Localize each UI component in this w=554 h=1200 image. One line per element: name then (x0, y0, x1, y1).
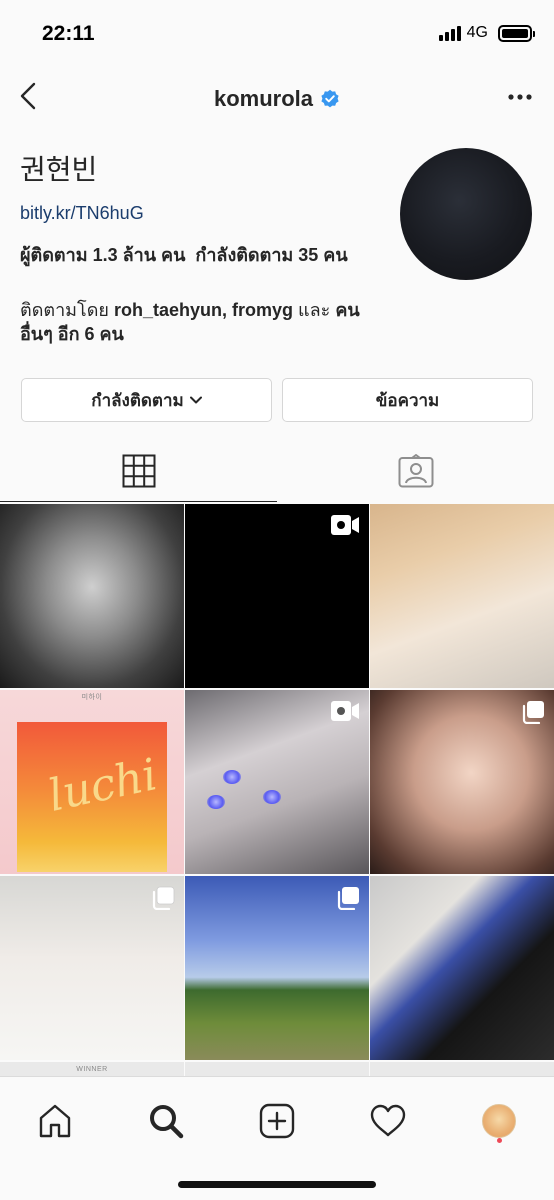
nav-search[interactable] (142, 1097, 190, 1145)
post-thumbnail[interactable]: WINNER (0, 1062, 184, 1076)
nav-new-post[interactable] (253, 1097, 301, 1145)
profile-stats: ผู้ติดตาม 1.3 ล้าน คน กำลังติดตาม 35 คน (20, 244, 370, 267)
post-thumbnail[interactable] (370, 504, 554, 688)
search-icon (150, 1105, 184, 1139)
signal-icon (438, 25, 461, 41)
following-count[interactable]: กำลังติดตาม 35 คน (195, 245, 347, 265)
video-icon (331, 701, 359, 721)
battery-icon (498, 24, 535, 42)
followers-count[interactable]: ผู้ติดตาม 1.3 ล้าน คน (20, 245, 185, 265)
profile-avatar[interactable] (400, 148, 532, 280)
carousel-icon (152, 886, 175, 910)
post-thumbnail[interactable]: 미하이 luchi (0, 690, 184, 874)
message-button-label: ข้อความ (375, 390, 440, 410)
post-thumbnail[interactable] (185, 876, 369, 1060)
verified-badge-icon (321, 89, 339, 108)
post-thumbnail[interactable] (370, 690, 554, 874)
nav-home[interactable] (31, 1097, 79, 1145)
status-time: 22:11 (42, 22, 95, 45)
carousel-icon (337, 887, 359, 910)
grid-icon (122, 454, 155, 488)
post-thumbnail[interactable] (0, 504, 184, 688)
profile-info: 권현빈 bitly.kr/TN6huG ผู้ติดตาม 1.3 ล้าน ค… (0, 140, 554, 370)
username-title: komurola (0, 86, 554, 112)
profile-actions: กำลังติดตาม ข้อความ (21, 378, 533, 422)
home-icon (40, 1104, 71, 1138)
post-thumbnail[interactable] (370, 1062, 554, 1076)
post-thumbnail[interactable] (370, 876, 554, 1060)
home-indicator (178, 1181, 376, 1188)
followed-by-text[interactable]: ติดตามโดย roh_taehyun, fromyg และ คนอื่น… (20, 298, 390, 346)
post-thumbnail[interactable] (185, 504, 369, 688)
profile-icon (481, 1104, 516, 1138)
post-thumbnail[interactable] (185, 1062, 369, 1076)
bio-link[interactable]: bitly.kr/TN6huG (20, 203, 144, 224)
following-button-label: กำลังติดตาม (91, 390, 184, 410)
post-caption-text: 미하이 (81, 694, 103, 701)
tagged-icon (398, 454, 433, 488)
status-bar: 22:11 4G (0, 0, 554, 66)
notification-dot (496, 1138, 502, 1143)
network-type: 4G (466, 24, 488, 41)
more-options-button[interactable] (502, 82, 538, 112)
display-name: 권현빈 (20, 154, 98, 185)
tab-tagged[interactable] (277, 440, 554, 502)
more-dots-icon (508, 94, 532, 100)
message-button[interactable]: ข้อความ (282, 378, 533, 422)
profile-header: komurola (0, 66, 554, 130)
username: komurola (213, 86, 314, 111)
carousel-icon (522, 701, 544, 724)
light-dot (263, 790, 281, 804)
post-thumbnail[interactable] (0, 876, 184, 1060)
followed-by-prefix: ติดตามโดย (20, 300, 109, 320)
tab-posts-grid[interactable] (0, 440, 277, 502)
activity-icon (370, 1104, 405, 1137)
chevron-down-icon (189, 396, 202, 404)
following-button[interactable]: กำลังติดตาม (21, 378, 272, 422)
post-thumbnail[interactable] (185, 690, 369, 874)
nav-activity[interactable] (364, 1097, 412, 1145)
profile-tabs (0, 440, 554, 502)
light-dot (207, 795, 225, 809)
post-caption-text: WINNER (76, 1066, 108, 1073)
bottom-navigation (0, 1076, 554, 1200)
light-dot (223, 770, 241, 784)
followed-by-and: และ (298, 300, 331, 320)
new-post-icon (259, 1103, 295, 1139)
video-icon (331, 515, 359, 535)
posts-grid: 미하이 luchi WINNER (0, 504, 554, 1076)
followed-by-users: roh_taehyun, fromyg (113, 300, 293, 320)
nav-profile[interactable] (475, 1097, 523, 1145)
status-indicators: 4G (438, 24, 535, 42)
